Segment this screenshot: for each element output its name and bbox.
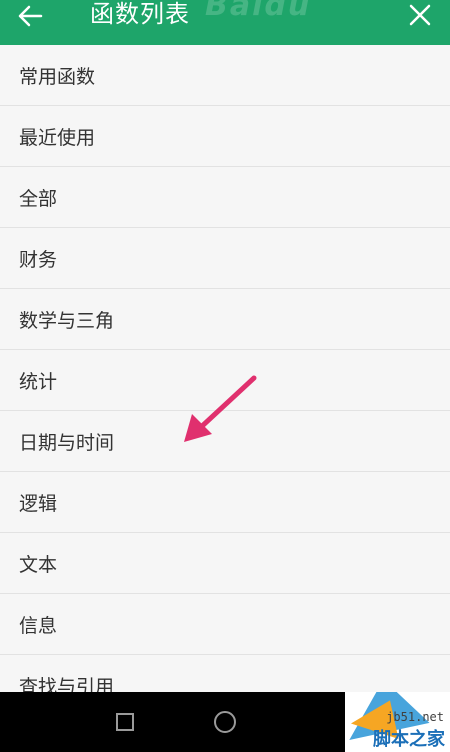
watermark-site-name: 脚本之家 bbox=[373, 729, 445, 750]
list-item-label: 统计 bbox=[19, 370, 58, 393]
list-item-label: 信息 bbox=[19, 614, 58, 637]
home-icon[interactable] bbox=[214, 711, 236, 733]
list-item-logical[interactable]: 逻辑 bbox=[0, 472, 450, 533]
list-item-common-functions[interactable]: 常用函数 bbox=[0, 45, 450, 106]
recent-apps-icon[interactable] bbox=[116, 713, 134, 731]
list-item-financial[interactable]: 财务 bbox=[0, 228, 450, 289]
list-item-label: 全部 bbox=[19, 187, 58, 210]
list-item-label: 逻辑 bbox=[19, 492, 58, 515]
list-item-information[interactable]: 信息 bbox=[0, 594, 450, 655]
app-bar: 函数列表 Baidu bbox=[0, 0, 450, 45]
list-item-math-trig[interactable]: 数学与三角 bbox=[0, 289, 450, 350]
list-item-all[interactable]: 全部 bbox=[0, 167, 450, 228]
list-item-recently-used[interactable]: 最近使用 bbox=[0, 106, 450, 167]
list-item-label: 财务 bbox=[19, 248, 58, 271]
arrow-pointer-icon bbox=[184, 375, 257, 442]
list-item-label: 查找与引用 bbox=[19, 675, 115, 693]
list-item-label: 文本 bbox=[19, 553, 58, 576]
list-item-text[interactable]: 文本 bbox=[0, 533, 450, 594]
page-title: 函数列表 bbox=[90, 0, 190, 28]
list-item-label: 常用函数 bbox=[19, 65, 96, 88]
watermark-url: jb51.net bbox=[386, 710, 444, 724]
close-icon bbox=[409, 4, 431, 26]
back-button[interactable] bbox=[10, 0, 50, 32]
list-item-label: 日期与时间 bbox=[19, 431, 115, 454]
arrow-left-icon bbox=[18, 5, 43, 27]
site-watermark-logo: jb51.net 脚本之家 bbox=[345, 692, 450, 752]
list-item-label: 最近使用 bbox=[19, 126, 96, 149]
list-item-label: 数学与三角 bbox=[19, 309, 115, 332]
list-item-lookup-reference[interactable]: 查找与引用 bbox=[0, 655, 450, 693]
close-button[interactable] bbox=[400, 0, 440, 30]
watermark-text: Baidu bbox=[205, 0, 312, 23]
function-category-list: 常用函数 最近使用 全部 财务 数学与三角 统计 日期与时间 逻辑 文本 信息 … bbox=[0, 45, 450, 692]
